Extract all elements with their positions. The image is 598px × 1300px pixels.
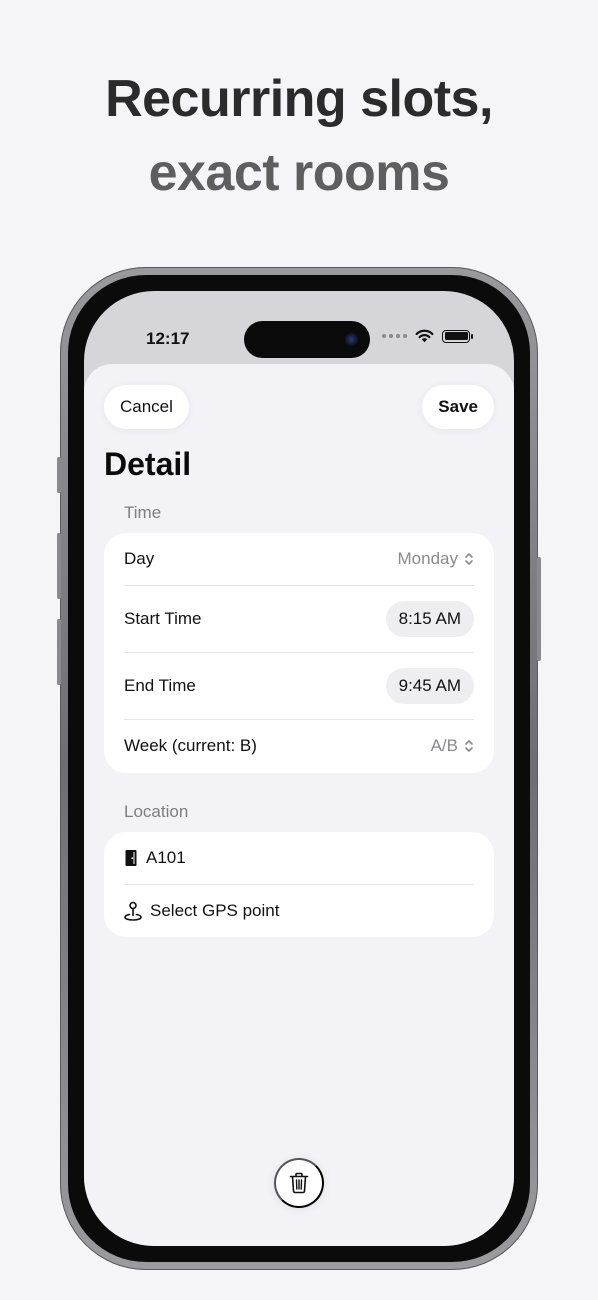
week-picker[interactable]: A/B	[431, 736, 474, 756]
room-row[interactable]: A101	[104, 832, 494, 884]
week-label: Week (current: B)	[124, 736, 257, 755]
gps-row[interactable]: Select GPS point	[104, 884, 494, 937]
room-label: A101	[146, 848, 186, 867]
phone-volume-down-button	[57, 619, 61, 685]
headline-line-2: exact rooms	[148, 144, 450, 202]
day-label: Day	[124, 549, 155, 568]
phone-screen: 12:17 Cancel Save Detail Time Day Monday…	[84, 291, 514, 1246]
time-card: Day Monday Start Time 8:15 AM End Time 9…	[104, 533, 494, 773]
phone-side-button	[537, 557, 541, 661]
week-row[interactable]: Week (current: B) A/B	[104, 719, 494, 773]
chevron-up-down-icon	[465, 553, 473, 565]
detail-sheet: Cancel Save Detail Time Day Monday Start…	[84, 364, 514, 1246]
time-section-label: Time	[124, 503, 162, 522]
gps-label: Select GPS point	[150, 900, 280, 920]
location-section-label: Location	[124, 802, 189, 821]
phone-action-button	[57, 457, 61, 493]
map-pin-icon	[124, 901, 142, 921]
end-time-label: End Time	[124, 675, 196, 695]
status-time: 12:17	[146, 329, 190, 348]
wifi-icon	[415, 329, 434, 343]
save-button[interactable]: Save	[422, 385, 494, 429]
phone-bezel: 12:17 Cancel Save Detail Time Day Monday…	[68, 275, 530, 1262]
location-card: A101 Select GPS point	[104, 832, 494, 937]
phone-frame: 12:17 Cancel Save Detail Time Day Monday…	[57, 267, 541, 1270]
headline: Recurring slots, exact rooms	[0, 62, 598, 210]
camera-icon	[345, 333, 358, 346]
week-value: A/B	[430, 736, 458, 755]
start-time-label: Start Time	[124, 608, 202, 628]
battery-icon	[442, 329, 473, 343]
trash-icon	[289, 1172, 309, 1194]
day-row[interactable]: Day Monday	[104, 533, 494, 585]
status-icons	[382, 329, 473, 343]
end-time-row: End Time 9:45 AM	[104, 652, 494, 719]
door-icon	[124, 849, 138, 867]
signal-dots-icon	[382, 334, 407, 338]
page-title: Detail	[104, 446, 192, 482]
cancel-button[interactable]: Cancel	[104, 385, 189, 429]
end-time-picker[interactable]: 9:45 AM	[385, 667, 474, 704]
phone-volume-up-button	[57, 533, 61, 599]
dynamic-island	[244, 321, 370, 358]
day-picker[interactable]: Monday	[398, 549, 474, 569]
start-time-picker[interactable]: 8:15 AM	[385, 600, 474, 637]
delete-button[interactable]	[274, 1158, 324, 1208]
chevron-up-down-icon	[465, 740, 473, 752]
headline-line-1: Recurring slots,	[105, 70, 493, 128]
start-time-row: Start Time 8:15 AM	[104, 585, 494, 652]
day-value: Monday	[397, 549, 458, 568]
